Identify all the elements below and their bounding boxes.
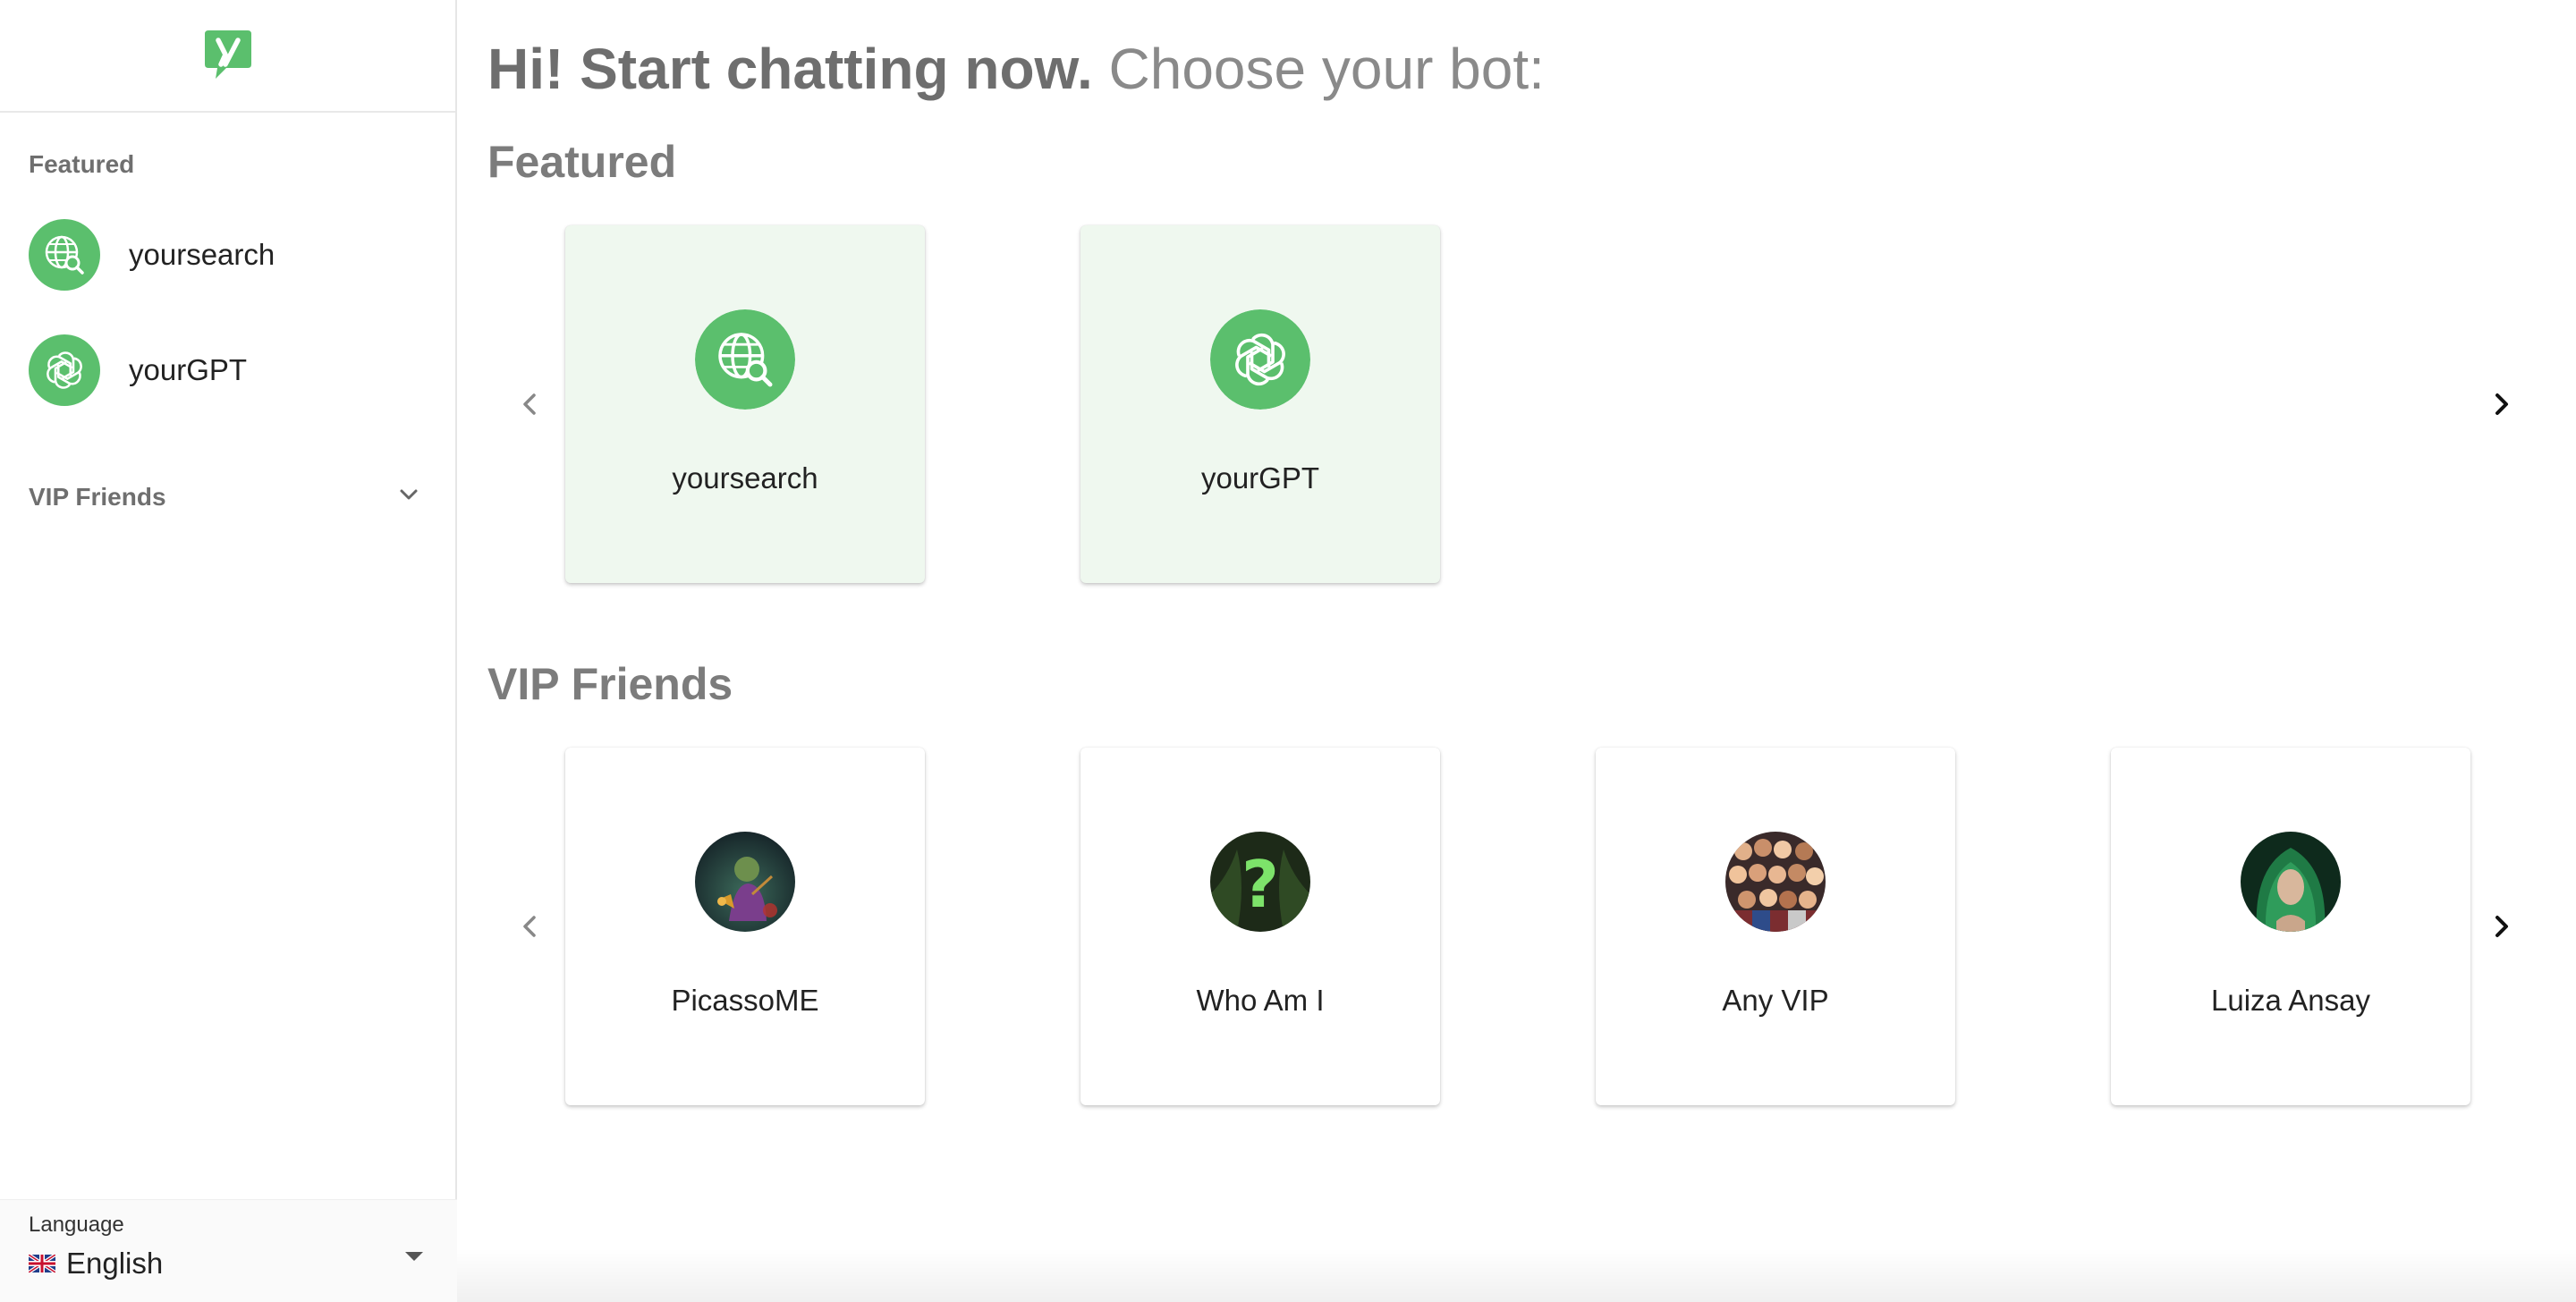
bot-card-name: Any VIP: [1722, 984, 1829, 1017]
crowd-avatar: [1725, 832, 1826, 932]
sidebar-item-yoursearch[interactable]: yoursearch: [29, 219, 275, 291]
bot-card-yourgpt[interactable]: yourGPT: [1080, 225, 1440, 583]
question-mark-avatar: ?: [1210, 832, 1310, 932]
bot-card-who-am-i[interactable]: ? Who Am I: [1080, 748, 1440, 1105]
page-title-bold: Hi! Start chatting now.: [487, 37, 1093, 101]
bot-card-picassome[interactable]: PicassoME: [565, 748, 925, 1105]
chevron-down-icon: [395, 481, 422, 512]
bottom-fade: [457, 1248, 2576, 1302]
chevron-left-icon: [523, 393, 536, 415]
vip-section-title: VIP Friends: [487, 659, 733, 709]
sidebar-item-label: yourGPT: [129, 353, 248, 386]
language-caption: Language: [29, 1213, 124, 1237]
globe-search-icon: [695, 309, 795, 410]
green-hood-avatar: [2241, 832, 2341, 932]
caret-down-icon: [405, 1252, 423, 1261]
bot-card-name: yoursearch: [672, 461, 818, 495]
vip-prev-arrow[interactable]: [512, 909, 547, 944]
globe-search-icon: [29, 219, 100, 291]
bot-card-name: yourGPT: [1200, 461, 1320, 495]
bot-card-name: PicassoME: [671, 984, 819, 1017]
app: Featured yoursearch yourGPT VIP Friends …: [0, 0, 2576, 1302]
main-content: Hi! Start chatting now. Choose your bot:…: [457, 0, 2576, 1302]
sidebar-vip-title: VIP Friends: [29, 482, 166, 511]
sidebar-item-yourgpt[interactable]: yourGPT: [29, 334, 247, 406]
openai-knot-icon: [29, 334, 100, 406]
language-value: English: [27, 1247, 164, 1281]
bot-card-yoursearch[interactable]: yoursearch: [565, 225, 925, 583]
painter-avatar: [695, 832, 795, 932]
featured-next-arrow[interactable]: [2484, 386, 2520, 422]
featured-prev-arrow[interactable]: [512, 386, 547, 422]
logo-bar: [0, 0, 455, 113]
vip-next-arrow[interactable]: [2484, 909, 2520, 944]
y-logo-icon[interactable]: [199, 25, 257, 87]
featured-section-title: Featured: [487, 137, 677, 187]
sidebar: Featured yoursearch yourGPT VIP Friends …: [0, 0, 457, 1302]
language-select[interactable]: Language English: [0, 1199, 457, 1302]
sidebar-vip-friends-toggle[interactable]: VIP Friends: [29, 481, 422, 512]
chevron-right-icon: [2496, 393, 2508, 415]
sidebar-item-label: yoursearch: [129, 238, 275, 271]
bot-card-name: Who Am I: [1196, 984, 1325, 1017]
sidebar-featured-title: Featured: [29, 150, 135, 178]
openai-knot-icon: [1210, 309, 1310, 410]
page-title-light: Choose your bot:: [1108, 37, 1545, 101]
bot-card-name: Luiza Ansay: [2211, 984, 2370, 1017]
bot-card-luiza-ansay[interactable]: Luiza Ansay: [2111, 748, 2470, 1105]
chevron-left-icon: [523, 916, 536, 937]
page-title: Hi! Start chatting now. Choose your bot:: [487, 36, 1545, 102]
uk-flag-icon: [27, 1253, 57, 1274]
language-value-text: English: [66, 1247, 164, 1280]
chevron-right-icon: [2496, 916, 2508, 937]
bot-card-any-vip[interactable]: Any VIP: [1596, 748, 1955, 1105]
svg-text:?: ?: [1241, 847, 1279, 922]
